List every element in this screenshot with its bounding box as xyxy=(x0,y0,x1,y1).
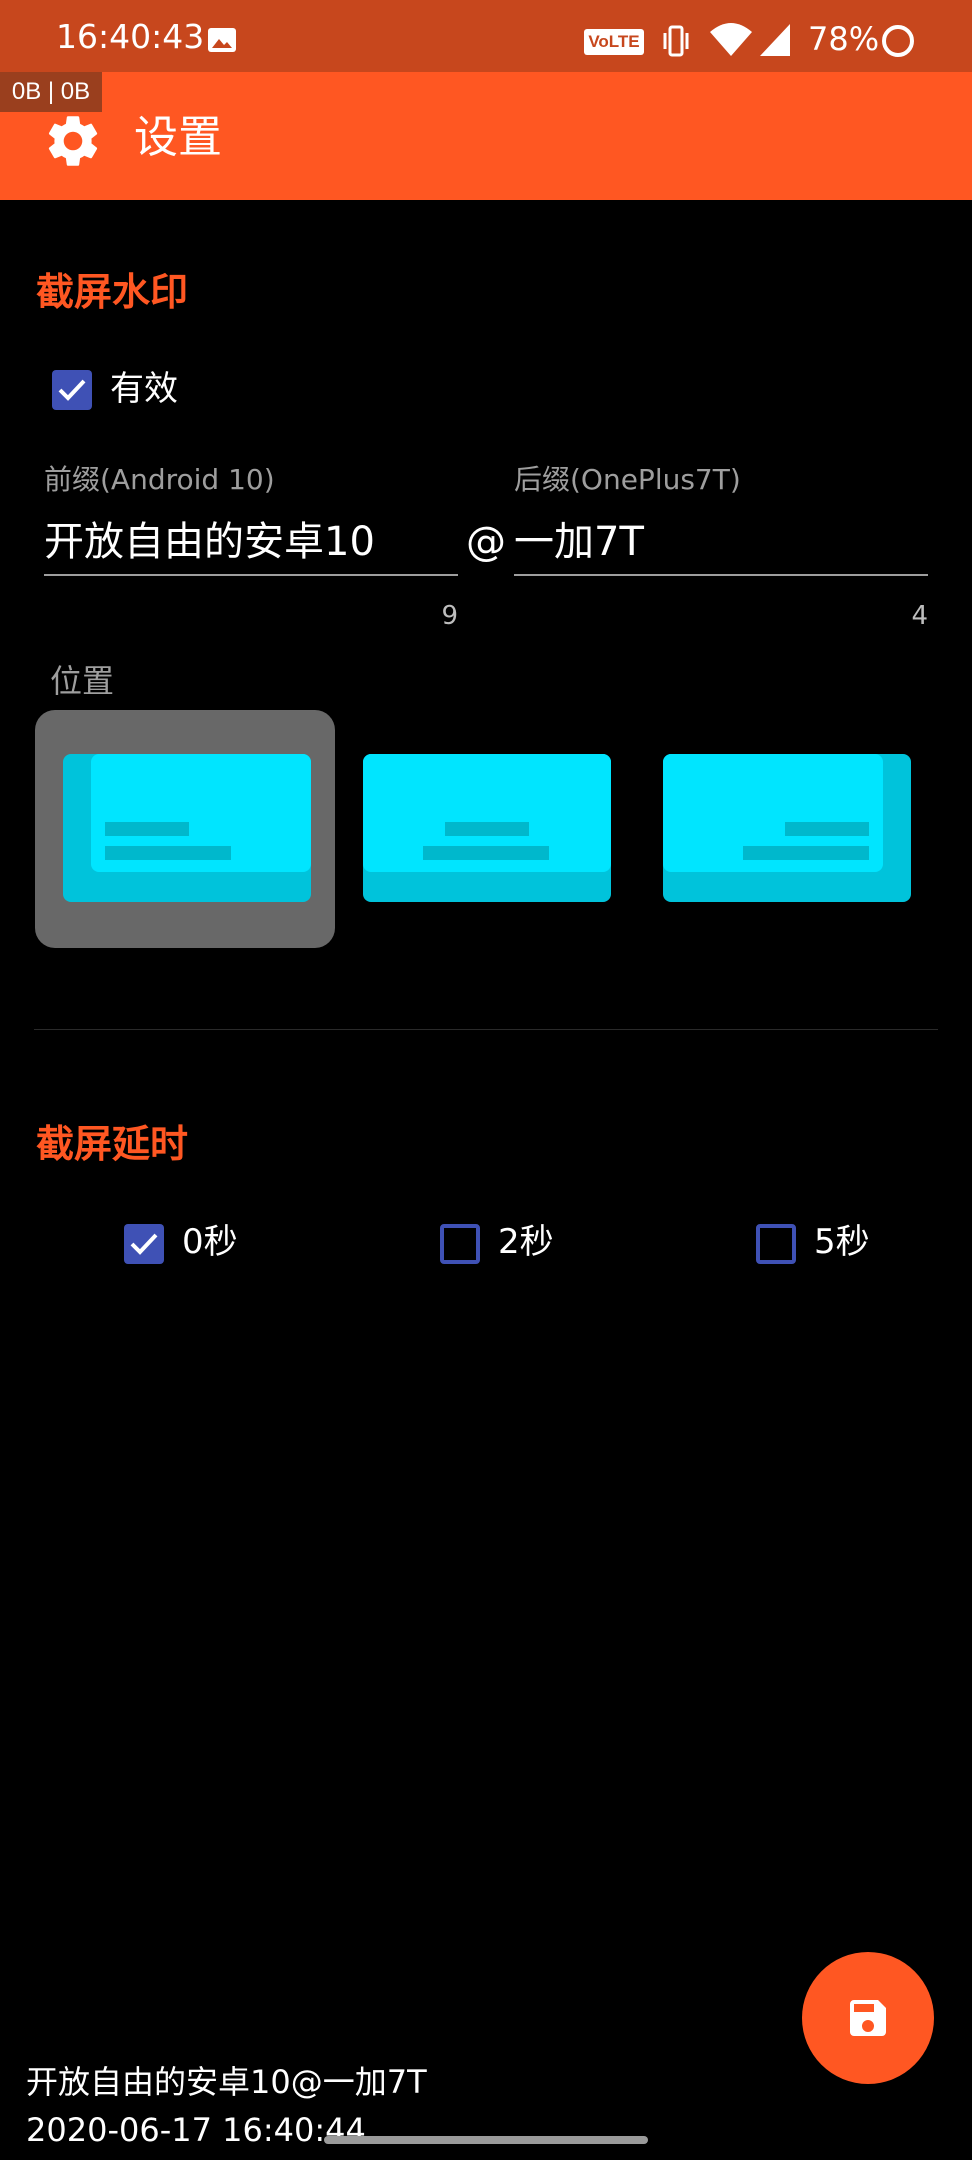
volte-badge: VoLTE xyxy=(584,29,644,55)
delay-0s-label[interactable]: 0秒 xyxy=(182,1219,238,1265)
position-left-icon xyxy=(63,754,311,902)
section-title-watermark: 截屏水印 xyxy=(36,270,189,314)
watermark-preview-timestamp: 2020-06-17 16:40:44 xyxy=(26,2111,366,2149)
suffix-counter: 4 xyxy=(911,601,928,631)
battery-percent: 78% xyxy=(808,20,880,58)
checkmark-icon xyxy=(130,1233,158,1255)
vibrate-icon xyxy=(663,25,689,57)
prefix-input[interactable]: 开放自由的安卓10 xyxy=(44,516,375,568)
delay-5s-label[interactable]: 5秒 xyxy=(814,1219,870,1265)
delay-2s-checkbox[interactable] xyxy=(440,1224,480,1264)
suffix-label: 后缀(OnePlus7T) xyxy=(514,463,741,496)
enabled-label[interactable]: 有效 xyxy=(110,366,178,412)
position-center-icon xyxy=(363,754,611,902)
wifi-icon xyxy=(710,23,752,56)
checkmark-icon xyxy=(58,379,86,401)
save-icon xyxy=(850,2000,886,2036)
prefix-underline xyxy=(44,574,458,576)
section-divider xyxy=(34,1029,938,1030)
signal-icon xyxy=(760,24,790,56)
separator-at: @ xyxy=(466,519,506,565)
suffix-input[interactable]: 一加7T xyxy=(514,516,644,568)
network-traffic-overlay: 0B | 0B xyxy=(0,72,102,112)
delay-2s-label[interactable]: 2秒 xyxy=(498,1219,554,1265)
watermark-preview-text: 开放自由的安卓10@一加7T xyxy=(26,2063,427,2101)
enabled-checkbox[interactable] xyxy=(52,370,92,410)
section-title-delay: 截屏延时 xyxy=(36,1122,189,1166)
delay-0s-checkbox[interactable] xyxy=(124,1224,164,1264)
battery-ring-icon xyxy=(882,25,914,57)
position-right-icon xyxy=(663,754,911,902)
position-label: 位置 xyxy=(50,662,115,700)
delay-5s-checkbox[interactable] xyxy=(756,1224,796,1264)
position-option-left[interactable] xyxy=(35,710,335,948)
suffix-underline xyxy=(514,574,928,576)
prefix-counter: 9 xyxy=(441,601,458,631)
save-button[interactable] xyxy=(802,1952,934,2084)
position-option-right[interactable] xyxy=(635,710,935,948)
position-option-center[interactable] xyxy=(335,710,635,948)
page-title: 设置 xyxy=(134,112,222,163)
prefix-label: 前缀(Android 10) xyxy=(44,463,275,496)
gear-icon xyxy=(48,116,98,166)
image-icon xyxy=(208,28,236,52)
navigation-handle[interactable] xyxy=(324,2136,648,2144)
status-time: 16:40:43 xyxy=(56,17,205,56)
